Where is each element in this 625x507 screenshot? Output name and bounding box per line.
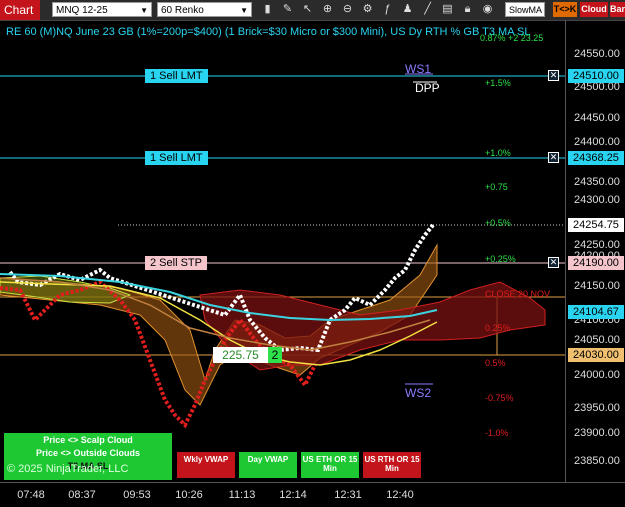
- left-button-panel: Price <> Scalp Cloud Price <> Outside Cl…: [4, 433, 172, 480]
- time-tick: 10:26: [175, 489, 203, 501]
- chart-header: RE 60 (M)NQ June 23 GB (1%=200p=$400) (1…: [6, 26, 531, 38]
- day-vwap-button[interactable]: Day VWAP: [239, 452, 297, 478]
- pct-label: 0.5%: [485, 358, 506, 368]
- indicators-icon[interactable]: ƒ: [380, 2, 395, 17]
- price-label-sell-limit-2: 24368.25: [568, 151, 624, 165]
- properties-icon[interactable]: ⚙: [360, 2, 375, 17]
- dpp-label: DPP: [415, 81, 440, 95]
- chart-tab[interactable]: Chart: [0, 0, 40, 20]
- pct-label: +1.5%: [485, 78, 511, 88]
- price-label-ma: 24104.67: [568, 305, 624, 319]
- ws1-label: WS1: [405, 62, 432, 76]
- price-tick: 24350.00: [574, 176, 620, 188]
- strategy-icon[interactable]: ♟: [400, 2, 415, 17]
- time-tick: 12:31: [334, 489, 362, 501]
- zoom-out-icon[interactable]: ⊖: [340, 2, 355, 17]
- price-tick: 23900.00: [574, 427, 620, 439]
- cloud-button[interactable]: Cloud: [580, 2, 608, 17]
- lock-icon[interactable]: 🔒︎: [460, 2, 475, 17]
- draw-line-icon[interactable]: ╱: [420, 2, 435, 17]
- instrument-select[interactable]: MNQ 12-25 ▼: [52, 2, 152, 17]
- copyright: © 2025 NinjaTrader, LLC: [7, 463, 129, 475]
- price-tick: 24450.00: [574, 112, 620, 124]
- price-tick: 24000.00: [574, 369, 620, 381]
- us-eth-or-button[interactable]: US ETH OR 15 Min: [301, 452, 359, 478]
- price-axis[interactable]: 24550.00 24500.00 24450.00 24400.00 2435…: [565, 20, 625, 482]
- toggle-tk-button[interactable]: T<>K: [553, 2, 577, 17]
- interval-value: 60 Renko: [161, 5, 204, 16]
- price-chart[interactable]: [0, 20, 565, 482]
- close-x-icon[interactable]: ✕: [548, 152, 559, 163]
- indicator-select[interactable]: SlowMA: [505, 2, 545, 17]
- pencil-icon[interactable]: ✎: [280, 2, 295, 17]
- us-rth-or-button[interactable]: US RTH OR 15 Min: [363, 452, 421, 478]
- scalp-cloud-button[interactable]: Price <> Scalp Cloud: [4, 435, 172, 445]
- time-tick: 08:37: [68, 489, 96, 501]
- price-tick: 24050.00: [574, 334, 620, 346]
- order-sell-limit-1[interactable]: 1 Sell LMT: [145, 69, 208, 83]
- cursor-icon[interactable]: ↖: [300, 2, 315, 17]
- close-label: CLOSE 20 NOV: [485, 289, 551, 299]
- close-x-icon[interactable]: ✕: [548, 70, 559, 81]
- range-count: 2: [268, 347, 282, 363]
- range-value: 225.75: [213, 347, 268, 363]
- toolbar: Chart MNQ 12-25 ▼ 60 Renko ▼ ▮ ✎ ↖ ⊕ ⊖ ⚙…: [0, 0, 625, 21]
- interval-select[interactable]: 60 Renko ▼: [157, 2, 252, 17]
- price-label-support: 24030.00: [568, 348, 624, 362]
- price-label-sell-limit-1: 24510.00: [568, 69, 624, 83]
- pct-label: -0.75%: [485, 393, 514, 403]
- chevron-down-icon: ▼: [140, 6, 148, 15]
- time-tick: 11:13: [228, 489, 256, 501]
- chevron-down-icon: ▼: [240, 6, 248, 15]
- ws2-label: WS2: [405, 386, 432, 400]
- pct-label: 0.25%: [485, 323, 511, 333]
- time-tick: 12:40: [386, 489, 414, 501]
- price-label-last: 24254.75: [568, 218, 624, 232]
- instrument-value: MNQ 12-25: [56, 5, 108, 16]
- pct-label: +0.5%: [485, 218, 511, 228]
- order-sell-limit-2[interactable]: 1 Sell LMT: [145, 151, 208, 165]
- pct-label: +0.75: [485, 182, 508, 192]
- zoom-in-icon[interactable]: ⊕: [320, 2, 335, 17]
- close-x-icon[interactable]: ✕: [548, 257, 559, 268]
- camera-icon[interactable]: ◉: [480, 2, 495, 17]
- header-overlay: 0.87% +2 23.25: [480, 33, 544, 43]
- pct-label: +0.25%: [485, 254, 516, 264]
- template-icon[interactable]: ▤: [440, 2, 455, 17]
- bar-button[interactable]: Bar: [610, 2, 625, 17]
- price-label-sell-stop: 24190.00: [568, 256, 624, 270]
- time-tick: 12:14: [279, 489, 307, 501]
- time-axis[interactable]: 07:48 08:37 09:53 10:26 11:13 12:14 12:3…: [0, 482, 625, 507]
- order-sell-stop[interactable]: 2 Sell STP: [145, 256, 207, 270]
- outside-clouds-button[interactable]: Price <> Outside Clouds: [4, 448, 172, 458]
- price-tick: 24550.00: [574, 48, 620, 60]
- time-tick: 07:48: [17, 489, 45, 501]
- price-tick: 23950.00: [574, 402, 620, 414]
- pct-label: -1.0%: [485, 428, 509, 438]
- weekly-vwap-button[interactable]: Wkly VWAP: [177, 452, 235, 478]
- price-tick: 24400.00: [574, 136, 620, 148]
- time-tick: 09:53: [123, 489, 151, 501]
- price-tick: 23850.00: [574, 455, 620, 467]
- price-tick: 24150.00: [574, 280, 620, 292]
- price-tick: 24300.00: [574, 194, 620, 206]
- pct-label: +1.0%: [485, 148, 511, 158]
- bar-type-icon[interactable]: ▮: [260, 2, 275, 17]
